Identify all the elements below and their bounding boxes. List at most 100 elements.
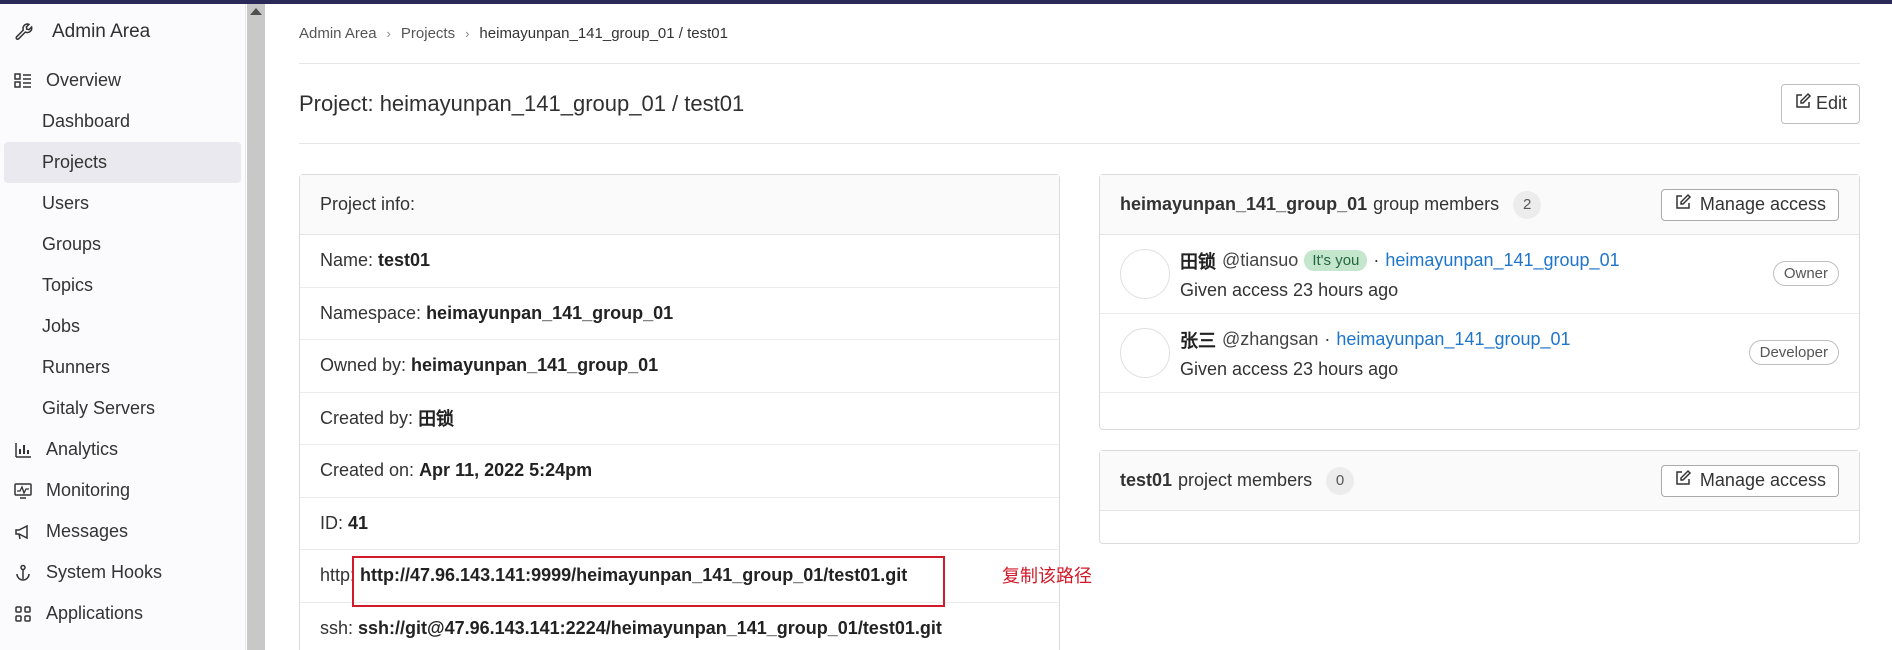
pencil-square-icon bbox=[1674, 193, 1692, 216]
project-members-header: test01 project members 0 Manage access bbox=[1100, 451, 1859, 511]
breadcrumb-projects[interactable]: Projects bbox=[401, 25, 455, 42]
sidebar-item-label: Gitaly Servers bbox=[42, 398, 156, 418]
sidebar-scrollbar[interactable] bbox=[247, 4, 265, 650]
sidebar-item-groups[interactable]: Groups bbox=[4, 224, 241, 265]
sidebar-item-label: Overview bbox=[46, 70, 122, 90]
annotation-text: 复制该路径 bbox=[1002, 566, 1092, 587]
info-label: Namespace: bbox=[320, 302, 422, 323]
sidebar-item-label: Groups bbox=[42, 234, 102, 254]
manage-access-button[interactable]: Manage access bbox=[1660, 464, 1839, 497]
breadcrumb-current[interactable]: heimayunpan_141_group_01 / test01 bbox=[479, 25, 728, 42]
sidebar-item-users[interactable]: Users bbox=[4, 183, 241, 224]
overview-icon bbox=[12, 70, 34, 92]
member-group-link[interactable]: heimayunpan_141_group_01 bbox=[1336, 329, 1570, 350]
sidebar-item-analytics[interactable]: Analytics bbox=[4, 429, 241, 470]
info-row-owned-by: Owned by: heimayunpan_141_group_01 bbox=[300, 340, 1059, 393]
info-label: Name: bbox=[320, 250, 374, 271]
info-value: test01 bbox=[378, 250, 431, 271]
group-members-card: heimayunpan_141_group_01 group members 2… bbox=[1099, 174, 1860, 430]
sidebar-item-label: System Hooks bbox=[46, 562, 163, 582]
avatar[interactable] bbox=[1120, 249, 1170, 299]
breadcrumb-admin-area[interactable]: Admin Area bbox=[299, 25, 377, 42]
analytics-icon bbox=[12, 439, 34, 461]
avatar[interactable] bbox=[1120, 328, 1170, 378]
admin-sidebar: Admin Area Overview Dashboard Projects U… bbox=[0, 4, 246, 650]
sidebar-item-label: Users bbox=[42, 193, 90, 213]
sidebar-item-label: Applications bbox=[46, 603, 144, 623]
info-label: ssh: bbox=[320, 617, 354, 638]
sidebar-item-overview[interactable]: Overview bbox=[4, 60, 241, 101]
hook-icon bbox=[12, 562, 34, 584]
member-access-time: Given access 23 hours ago bbox=[1180, 358, 1399, 379]
sidebar-item-gitaly-servers[interactable]: Gitaly Servers bbox=[4, 388, 241, 429]
sidebar-item-label: Dashboard bbox=[42, 111, 131, 131]
role-badge: Owner bbox=[1772, 261, 1839, 286]
sidebar-item-messages[interactable]: Messages bbox=[4, 511, 241, 552]
project-members-label: project members bbox=[1178, 470, 1313, 490]
sidebar-item-jobs[interactable]: Jobs bbox=[4, 306, 241, 347]
breadcrumb: Admin Area › Projects › heimayunpan_141_… bbox=[299, 4, 1860, 64]
sidebar-item-topics[interactable]: Topics bbox=[4, 265, 241, 306]
info-row-ssh: ssh: ssh://git@47.96.143.141:2224/heimayu… bbox=[300, 603, 1059, 650]
manage-access-button[interactable]: Manage access bbox=[1660, 188, 1839, 221]
info-row-created-on: Created on: Apr 11, 2022 5:24pm bbox=[300, 445, 1059, 498]
edit-label: Edit bbox=[1815, 93, 1848, 113]
sidebar-item-label: Topics bbox=[42, 275, 94, 295]
info-value: 41 bbox=[348, 512, 369, 533]
info-label: Created by: bbox=[320, 407, 414, 428]
sidebar-item-label: Analytics bbox=[46, 439, 119, 459]
info-label: Created on: bbox=[320, 460, 415, 481]
pencil-square-icon bbox=[1794, 92, 1812, 115]
sidebar-item-projects[interactable]: Projects bbox=[4, 142, 241, 183]
info-value: 田锁 bbox=[418, 409, 455, 430]
sidebar-item-system-hooks[interactable]: System Hooks bbox=[4, 552, 241, 593]
sidebar-item-runners[interactable]: Runners bbox=[4, 347, 241, 388]
sidebar-item-label: Runners bbox=[42, 357, 111, 377]
applications-icon bbox=[12, 603, 34, 625]
member-count-badge: 2 bbox=[1513, 190, 1542, 219]
sidebar-item-dashboard[interactable]: Dashboard bbox=[4, 101, 241, 142]
sidebar-item-monitoring[interactable]: Monitoring bbox=[4, 470, 241, 511]
sidebar-header[interactable]: Admin Area bbox=[0, 4, 245, 60]
pencil-square-icon bbox=[1674, 469, 1692, 492]
sidebar-title: Admin Area bbox=[52, 21, 151, 42]
sidebar-item-label: Projects bbox=[42, 152, 108, 172]
role-badge: Developer bbox=[1748, 340, 1839, 365]
ssh-clone-url[interactable]: ssh://git@47.96.143.141:2224/heimayunpan… bbox=[358, 618, 942, 639]
chevron-right-icon: › bbox=[465, 26, 470, 41]
info-value: Apr 11, 2022 5:24pm bbox=[419, 460, 593, 481]
monitoring-icon bbox=[12, 480, 34, 502]
info-row-created-by: Created by: 田锁 bbox=[300, 393, 1059, 445]
project-name: test01 bbox=[1120, 470, 1173, 490]
info-label: Owned by: bbox=[320, 355, 407, 376]
messages-icon bbox=[12, 521, 34, 543]
edit-button[interactable]: Edit bbox=[1781, 83, 1860, 124]
member-access-time: Given access 23 hours ago bbox=[1180, 279, 1399, 300]
member-group-link[interactable]: heimayunpan_141_group_01 bbox=[1385, 250, 1619, 271]
member-count-badge: 0 bbox=[1326, 466, 1355, 495]
project-info-header: Project info: bbox=[300, 175, 1059, 235]
member-name[interactable]: 田锁 bbox=[1180, 248, 1216, 274]
wrench-icon bbox=[10, 18, 38, 46]
member-username: @tiansuo bbox=[1222, 250, 1299, 270]
member-username: @zhangsan bbox=[1222, 329, 1319, 349]
member-row: 张三 @zhangsan · heimayunpan_141_group_01 … bbox=[1100, 314, 1859, 393]
info-row-id: ID: 41 bbox=[300, 498, 1059, 550]
sidebar-item-label: Jobs bbox=[42, 316, 81, 336]
main-content: Admin Area › Projects › heimayunpan_141_… bbox=[299, 4, 1860, 650]
sidebar-item-applications[interactable]: Applications bbox=[4, 593, 241, 634]
member-row: 田锁 @tiansuo It's you · heimayunpan_141_g… bbox=[1100, 235, 1859, 314]
group-members-header: heimayunpan_141_group_01 group members 2… bbox=[1100, 175, 1859, 235]
manage-access-label: Manage access bbox=[1699, 194, 1826, 214]
info-label: ID: bbox=[320, 512, 344, 533]
group-name: heimayunpan_141_group_01 bbox=[1120, 194, 1368, 214]
chevron-right-icon: › bbox=[386, 26, 391, 41]
manage-access-label: Manage access bbox=[1699, 470, 1826, 490]
separator-dot: · bbox=[1324, 329, 1331, 349]
page-header: Project: heimayunpan_141_group_01 / test… bbox=[299, 64, 1860, 144]
annotation-highlight-box bbox=[352, 556, 945, 607]
sidebar-item-label: Messages bbox=[46, 521, 129, 541]
member-name[interactable]: 张三 bbox=[1180, 327, 1216, 353]
separator-dot: · bbox=[1373, 250, 1380, 270]
scroll-up-arrow-icon[interactable] bbox=[250, 8, 262, 15]
